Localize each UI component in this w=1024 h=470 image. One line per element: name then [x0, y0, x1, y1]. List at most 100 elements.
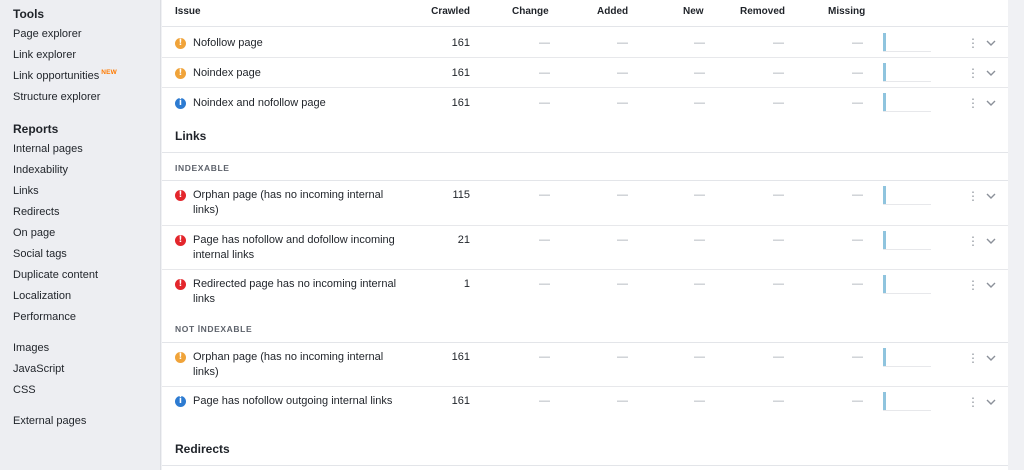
added-value: —	[617, 234, 628, 246]
removed-value: —	[773, 97, 784, 109]
crawled-count[interactable]: 161	[452, 67, 470, 79]
table-row[interactable]: ! Noindex page 161 — — — — — ⋮	[162, 58, 1008, 88]
chevron-down-icon[interactable]	[985, 396, 997, 408]
issue-name[interactable]: Noindex and nofollow page	[193, 96, 403, 111]
chevron-down-icon[interactable]	[985, 37, 997, 49]
new-value: —	[694, 234, 705, 246]
table-row[interactable]: ! Page has nofollow and dofollow incomin…	[162, 226, 1008, 270]
issue-name[interactable]: Noindex page	[193, 66, 403, 81]
sidebar-item-page-explorer[interactable]: Page explorer	[13, 28, 82, 40]
issue-name[interactable]: Redirected page has no incoming internal…	[193, 277, 403, 307]
chevron-down-icon[interactable]	[985, 67, 997, 79]
added-value: —	[617, 351, 628, 363]
crawled-count[interactable]: 1	[464, 278, 470, 290]
added-value: —	[617, 67, 628, 79]
sidebar-item-links[interactable]: Links	[13, 185, 39, 197]
kebab-menu-icon[interactable]: ⋮	[967, 278, 979, 292]
sidebar-item-external-pages[interactable]: External pages	[13, 415, 86, 427]
sidebar-item-indexability[interactable]: Indexability	[13, 164, 68, 176]
column-header-new[interactable]: New	[683, 6, 704, 17]
column-header-crawled[interactable]: Crawled	[431, 6, 470, 17]
sidebar-reports-title: Reports	[13, 122, 59, 136]
removed-value: —	[773, 395, 784, 407]
sidebar-item-internal-pages[interactable]: Internal pages	[13, 143, 83, 155]
sparkline-bar	[883, 63, 886, 81]
table-row[interactable]: i Noindex and nofollow page 161 — — — — …	[162, 88, 1008, 118]
chevron-down-icon[interactable]	[985, 279, 997, 291]
sidebar-item-images[interactable]: Images	[13, 342, 49, 354]
sidebar-item-performance[interactable]: Performance	[13, 311, 76, 323]
change-value: —	[539, 278, 550, 290]
column-header-missing[interactable]: Missing	[828, 6, 865, 17]
table-row[interactable]: ! Redirected page has no incoming intern…	[162, 270, 1008, 314]
table-row[interactable]: ! Orphan page (has no incoming internal …	[162, 181, 1008, 226]
crawled-count[interactable]: 21	[458, 234, 470, 246]
trend-sparkline	[883, 186, 931, 205]
crawled-count[interactable]: 161	[452, 351, 470, 363]
sparkline-bar	[883, 392, 886, 410]
new-value: —	[694, 351, 705, 363]
sidebar-item-link-opportunities[interactable]: Link opportunities NEW	[13, 69, 117, 82]
chevron-down-icon[interactable]	[985, 352, 997, 364]
change-value: —	[539, 67, 550, 79]
added-value: —	[617, 97, 628, 109]
column-header-added[interactable]: Added	[597, 6, 628, 17]
removed-value: —	[773, 189, 784, 201]
kebab-menu-icon[interactable]: ⋮	[967, 36, 979, 50]
column-header-change[interactable]: Change	[512, 6, 549, 17]
warning-icon: !	[175, 38, 186, 49]
removed-value: —	[773, 67, 784, 79]
table-row[interactable]: ! Nofollow page 161 — — — — — ⋮	[162, 28, 1008, 58]
crawled-count[interactable]: 115	[452, 189, 470, 201]
chevron-down-icon[interactable]	[985, 97, 997, 109]
sidebar-item-on-page[interactable]: On page	[13, 227, 55, 239]
change-value: —	[539, 37, 550, 49]
issue-name[interactable]: Page has nofollow outgoing internal link…	[193, 394, 403, 409]
missing-value: —	[852, 395, 863, 407]
issue-name[interactable]: Orphan page (has no incoming internal li…	[193, 188, 403, 218]
chevron-down-icon[interactable]	[985, 190, 997, 202]
divider	[162, 465, 1008, 466]
removed-value: —	[773, 351, 784, 363]
new-value: —	[694, 189, 705, 201]
sidebar-item-structure-explorer[interactable]: Structure explorer	[13, 91, 100, 103]
kebab-menu-icon[interactable]: ⋮	[967, 395, 979, 409]
added-value: —	[617, 37, 628, 49]
kebab-menu-icon[interactable]: ⋮	[967, 351, 979, 365]
kebab-menu-icon[interactable]: ⋮	[967, 96, 979, 110]
kebab-menu-icon[interactable]: ⋮	[967, 66, 979, 80]
sidebar-item-javascript[interactable]: JavaScript	[13, 363, 64, 375]
sidebar-item-duplicate-content[interactable]: Duplicate content	[13, 269, 98, 281]
kebab-menu-icon[interactable]: ⋮	[967, 234, 979, 248]
trend-sparkline	[883, 93, 931, 112]
table-row[interactable]: i Page has nofollow outgoing internal li…	[162, 387, 1008, 432]
column-header-removed[interactable]: Removed	[740, 6, 785, 17]
column-header-issue[interactable]: Issue	[175, 6, 201, 17]
sidebar-item-link-explorer[interactable]: Link explorer	[13, 49, 76, 61]
crawled-count[interactable]: 161	[452, 97, 470, 109]
sparkline-bar	[883, 275, 886, 293]
crawled-count[interactable]: 161	[452, 395, 470, 407]
section-title-redirects: Redirects	[175, 442, 230, 456]
table-row[interactable]: ! Orphan page (has no incoming internal …	[162, 343, 1008, 387]
change-value: —	[539, 234, 550, 246]
sparkline-bar	[883, 348, 886, 366]
new-value: —	[694, 67, 705, 79]
issue-name[interactable]: Nofollow page	[193, 36, 403, 51]
missing-value: —	[852, 97, 863, 109]
sidebar-item-social-tags[interactable]: Social tags	[13, 248, 67, 260]
crawled-count[interactable]: 161	[452, 37, 470, 49]
sidebar-item-redirects[interactable]: Redirects	[13, 206, 59, 218]
sidebar-item-css[interactable]: CSS	[13, 384, 36, 396]
sidebar-item-localization[interactable]: Localization	[13, 290, 71, 302]
chevron-down-icon[interactable]	[985, 235, 997, 247]
new-value: —	[694, 278, 705, 290]
kebab-menu-icon[interactable]: ⋮	[967, 189, 979, 203]
info-icon: i	[175, 98, 186, 109]
info-icon: i	[175, 396, 186, 407]
added-value: —	[617, 189, 628, 201]
issue-name[interactable]: Page has nofollow and dofollow incoming …	[193, 233, 403, 263]
missing-value: —	[852, 37, 863, 49]
missing-value: —	[852, 234, 863, 246]
issue-name[interactable]: Orphan page (has no incoming internal li…	[193, 350, 403, 380]
